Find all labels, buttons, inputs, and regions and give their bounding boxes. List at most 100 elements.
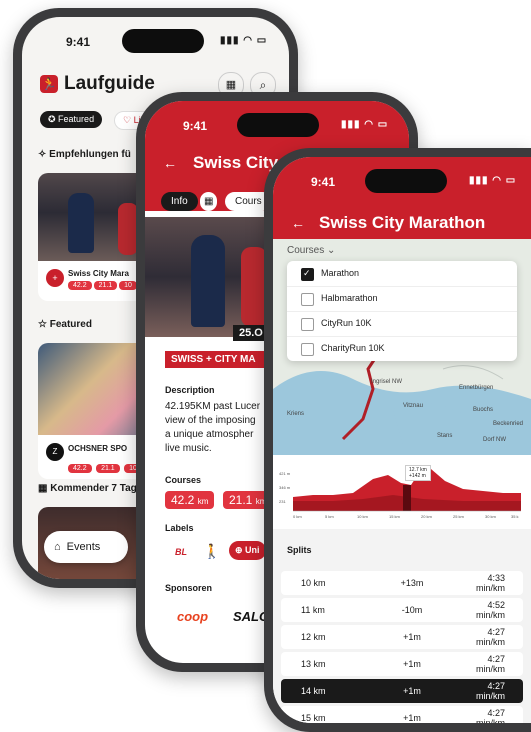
course-option-4[interactable]: CharityRun 10K	[287, 336, 517, 361]
split-pace: 4:27 min/km	[476, 681, 505, 701]
split-km: 15 km	[301, 713, 326, 723]
elevation-x-tick-4: 15 km	[389, 514, 400, 519]
status-time: 9:41	[183, 119, 208, 133]
tab-info-label: Info	[171, 196, 188, 207]
runner-figure-2	[118, 203, 138, 255]
label-uni-text: Uni	[245, 545, 260, 555]
featured-label: Featured	[49, 319, 92, 330]
split-row[interactable]: 15 km +1m 4:27 min/km	[281, 706, 523, 723]
map-label-2: Ennetbürgen	[459, 385, 494, 391]
status-time: 9:41	[66, 35, 91, 49]
split-pace: 4:52 min/km	[476, 600, 505, 620]
split-km: 11 km	[301, 605, 325, 615]
checkbox-icon	[301, 293, 314, 306]
card2-tag-1: 42.2	[68, 464, 92, 473]
runner-figure	[191, 235, 225, 327]
map-label-1: Ingrisel NW	[371, 379, 403, 385]
splits-heading: Splits	[287, 545, 312, 555]
split-pace: 4:27 min/km	[476, 627, 505, 647]
elevation-y-tick-2: 346 m	[279, 485, 291, 490]
upcoming-heading: ▦ Kommender 7 Tag	[38, 483, 137, 494]
split-row-active[interactable]: 14 km +1m 4:27 min/km	[281, 679, 523, 703]
events-label: Events	[66, 541, 101, 553]
split-km: 12 km	[301, 632, 326, 642]
description-line-2: view of the imposing	[165, 415, 256, 426]
description-line-4: live music.	[165, 443, 212, 454]
chevron-down-icon: ⌄	[327, 245, 336, 256]
elevation-x-tick-5: 20 km	[421, 514, 432, 519]
events-button[interactable]: ⌂ Events	[44, 531, 128, 563]
dynamic-island	[365, 169, 447, 193]
back-arrow-icon[interactable]: ←	[163, 155, 177, 171]
split-row[interactable]: 13 km +1m 4:27 min/km	[281, 652, 523, 676]
split-km: 14 km	[301, 686, 326, 696]
course-option-2[interactable]: Halbmarathon	[287, 286, 517, 312]
elevation-profile[interactable]: 421 m 346 m 231 12.7 km +142 m 0 km 5 km…	[273, 455, 531, 525]
courses-dropdown-toggle[interactable]: Courses ⌄	[287, 245, 335, 256]
app-logo-icon: 🏃	[40, 75, 58, 93]
card1-title: Swiss City Mara	[68, 269, 129, 278]
splits-panel: Splits 10 km +13m 4:33 min/km 11 km -10m…	[273, 529, 531, 723]
card2-title: OCHSNER SPO	[68, 444, 128, 453]
sponsor-coop-logo: COOP	[177, 609, 209, 624]
runner-figure	[68, 193, 94, 253]
description-line-1: 42.195KM past Lucer	[165, 401, 261, 412]
split-elevation: +1m	[403, 632, 421, 642]
split-row[interactable]: 10 km +13m 4:33 min/km	[281, 571, 523, 595]
app-title: Laufguide	[64, 73, 155, 94]
upcoming-label: Kommender 7 Tag	[50, 483, 137, 494]
courses-heading: Courses	[165, 475, 202, 485]
elevation-x-tick-3: 10 km	[357, 514, 368, 519]
labels-heading: Labels	[165, 523, 194, 533]
label-bl: BL	[175, 547, 187, 557]
card1-tag-3: 10	[119, 281, 137, 290]
elevation-tooltip: 12.7 km +142 m	[405, 465, 431, 481]
course-option-1-label: Marathon	[321, 268, 360, 278]
split-row[interactable]: 11 km -10m 4:52 min/km	[281, 598, 523, 622]
course2-value: 21.1	[229, 493, 253, 507]
tab-info[interactable]: Info	[161, 192, 198, 211]
course-42-tag[interactable]: 42.2 km	[165, 491, 215, 509]
detail-title: Swiss City	[193, 153, 279, 172]
elevation-y-tick-1: 421 m	[279, 471, 291, 476]
course1-value: 42.2	[171, 493, 195, 507]
back-arrow-icon[interactable]: ←	[291, 215, 305, 231]
map-label-7: Stans	[437, 433, 453, 439]
map-label-6: Beckenried	[493, 421, 524, 427]
split-elevation: +1m	[403, 659, 421, 669]
course-option-1[interactable]: Marathon	[287, 261, 517, 287]
elevation-x-tick-6: 25 km	[453, 514, 464, 519]
sponsors-heading: Sponsoren	[165, 583, 213, 593]
status-icons: ▮▮▮ ◠ ▭	[341, 119, 389, 130]
split-pace: 4:27 min/km	[476, 708, 505, 723]
course-title: Swiss City Marathon	[319, 213, 486, 232]
split-pace: 4:27 min/km	[476, 654, 505, 674]
walker-icon: 🚶	[203, 543, 221, 559]
map-label-3: Vitznau	[403, 403, 423, 409]
course-option-3[interactable]: CityRun 10K	[287, 311, 517, 337]
checkbox-icon	[301, 318, 314, 331]
split-pace: 4:33 min/km	[476, 573, 505, 593]
course-option-3-label: CityRun 10K	[321, 318, 372, 328]
split-km: 13 km	[301, 659, 326, 669]
course1-unit: km	[197, 497, 209, 506]
phone-course-detail: 9:41 ▮▮▮ ◠ ▭ ← Swiss City Marathon Ingri…	[264, 148, 531, 732]
dynamic-island	[122, 29, 204, 53]
checkbox-icon	[301, 268, 314, 281]
elevation-x-tick-1: 0 km	[293, 514, 302, 519]
status-bar: 9:41 ▮▮▮ ◠ ▭	[273, 157, 531, 201]
status-icons: ▮▮▮ ◠ ▭	[469, 175, 517, 186]
recommend-heading: ✧ Empfehlungen fü	[38, 149, 131, 160]
home-icon: ⌂	[54, 541, 61, 553]
course-option-4-label: CharityRun 10K	[321, 343, 385, 353]
recommend-label: Empfehlungen fü	[49, 149, 131, 160]
checkbox-icon	[301, 343, 314, 356]
tab-map-icon[interactable]: ▦	[200, 192, 218, 211]
split-km: 10 km	[301, 578, 326, 588]
elevation-x-tick-7: 30 km	[485, 514, 496, 519]
split-elevation: -10m	[401, 605, 423, 615]
split-row[interactable]: 12 km +1m 4:27 min/km	[281, 625, 523, 649]
split-elevation: +1m	[403, 686, 421, 696]
tooltip-elevation: +142 m	[409, 473, 426, 479]
tab-featured[interactable]: ✪ Featured	[40, 111, 103, 128]
